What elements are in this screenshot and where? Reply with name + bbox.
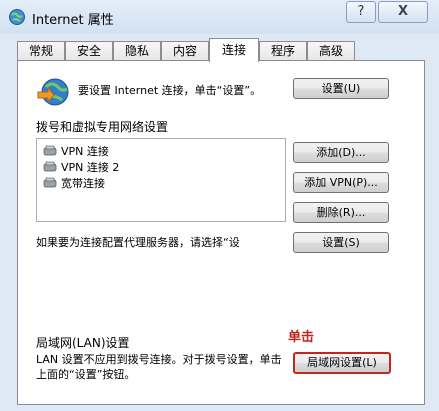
list-item-label: VPN 连接 2 (61, 161, 120, 174)
tab-connections[interactable]: 连接 (209, 38, 259, 62)
connection-list[interactable]: VPN 连接 VPN 连接 2 宽带连接 (36, 138, 286, 222)
window-title: Internet 属性 (32, 13, 114, 28)
proxy-instruction: 如果要为连接配置代理服务器，请选择“设 (36, 236, 240, 249)
network-connection-icon (43, 145, 57, 157)
close-button[interactable]: X (378, 1, 428, 23)
add-vpn-button[interactable]: 添加 VPN(P)... (293, 172, 389, 193)
dialup-settings-button[interactable]: 设置(S) (293, 232, 389, 253)
lan-description: LAN 设置不应用到拨号连接。对于拨号设置，单击上面的“设置”按钮。 (36, 353, 282, 381)
tab-content[interactable]: 内容 (161, 41, 209, 61)
tab-general[interactable]: 常规 (17, 41, 65, 61)
tab-privacy[interactable]: 隐私 (113, 41, 161, 61)
tab-advanced[interactable]: 高级 (307, 41, 355, 61)
title-bar: Internet 属性 ? X (0, 0, 439, 34)
lan-settings-button[interactable]: 局域网设置(L) (293, 352, 391, 374)
list-item-label: VPN 连接 (61, 145, 109, 158)
tab-security[interactable]: 安全 (65, 41, 113, 61)
list-item[interactable]: VPN 连接 (43, 143, 109, 158)
setup-button[interactable]: 设置(U) (293, 78, 389, 99)
remove-button[interactable]: 删除(R)... (293, 202, 389, 223)
dialup-heading: 拨号和虚拟专用网络设置 (36, 120, 169, 134)
click-annotation: 单击 (288, 330, 315, 345)
add-button[interactable]: 添加(D)... (293, 142, 389, 163)
lan-heading: 局域网(LAN)设置 (36, 336, 130, 350)
network-connection-icon (43, 177, 57, 189)
list-item[interactable]: VPN 连接 2 (43, 159, 119, 174)
network-connection-icon (43, 161, 57, 173)
setup-instruction: 要设置 Internet 连接，单击“设置”。 (78, 84, 262, 97)
network-globe-icon (36, 76, 70, 110)
list-item[interactable]: 宽带连接 (43, 175, 105, 190)
help-button[interactable]: ? (346, 1, 376, 23)
internet-options-icon (8, 8, 26, 26)
list-item-label: 宽带连接 (61, 177, 105, 190)
tab-programs[interactable]: 程序 (259, 41, 307, 61)
